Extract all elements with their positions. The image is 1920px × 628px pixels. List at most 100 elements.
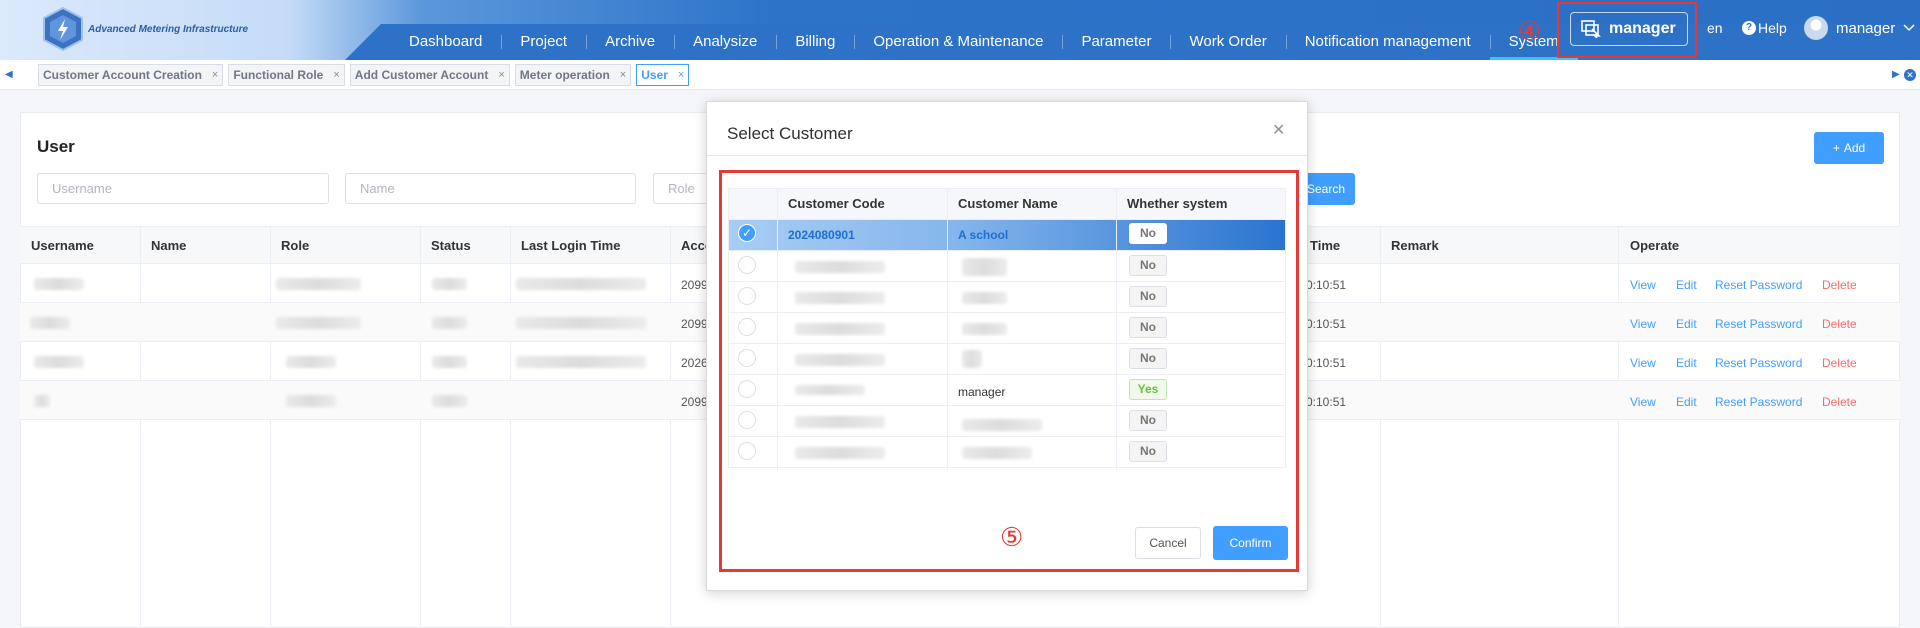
delete-link[interactable]: Delete — [1822, 317, 1857, 331]
radio-button[interactable] — [738, 256, 756, 274]
tab-user[interactable]: User × — [636, 64, 690, 86]
time-cell: 0:10:51 — [1306, 278, 1347, 292]
redacted-status — [432, 317, 467, 329]
tab-label: User — [641, 68, 668, 82]
role-switch-label: manager — [1609, 20, 1676, 37]
redacted-login-time — [516, 356, 646, 368]
nav-work-order[interactable]: Work Order — [1170, 24, 1285, 60]
step-marker-5: ⑤ — [1000, 522, 1024, 552]
edit-link[interactable]: Edit — [1676, 395, 1697, 409]
username-filter-input[interactable]: Username — [37, 173, 329, 204]
close-icon[interactable]: ✕ — [1272, 120, 1285, 140]
close-icon[interactable]: × — [678, 69, 684, 81]
radio-button[interactable] — [738, 349, 756, 367]
add-button[interactable]: + Add — [1814, 132, 1884, 164]
tab-label: Functional Role — [233, 68, 324, 82]
radio-button[interactable] — [738, 287, 756, 305]
redacted-role — [276, 278, 361, 290]
delete-link[interactable]: Delete — [1822, 278, 1857, 292]
confirm-button[interactable]: Confirm — [1213, 526, 1288, 560]
reset-password-link[interactable]: Reset Password — [1715, 395, 1802, 409]
customer-code: 2024080901 — [788, 228, 855, 242]
cancel-button[interactable]: Cancel — [1135, 527, 1201, 559]
radio-button[interactable] — [738, 380, 756, 398]
reset-password-link[interactable]: Reset Password — [1715, 356, 1802, 370]
tab-meter-operation[interactable]: Meter operation × — [514, 64, 632, 86]
nav-archive[interactable]: Archive — [586, 24, 674, 60]
user-menu[interactable]: manager — [1804, 16, 1915, 40]
help-icon: ? — [1742, 21, 1756, 35]
role-switch-button[interactable]: manager — [1570, 12, 1688, 46]
edit-link[interactable]: Edit — [1676, 278, 1697, 292]
view-link[interactable]: View — [1630, 278, 1656, 292]
account-cell: 2099 — [681, 395, 708, 409]
tab-label: Add Customer Account — [354, 68, 489, 82]
edit-link[interactable]: Edit — [1676, 356, 1697, 370]
redacted-login-time — [516, 317, 646, 329]
radio-button[interactable] — [738, 442, 756, 460]
close-icon[interactable]: × — [212, 69, 218, 81]
nav-analysize[interactable]: Analysize — [674, 24, 776, 60]
nav-billing[interactable]: Billing — [776, 24, 854, 60]
check-icon[interactable]: ✓ — [738, 224, 756, 242]
system-badge: Yes — [1129, 379, 1167, 400]
close-all-tabs-icon[interactable]: ✕ — [1904, 69, 1916, 81]
column-header-role: Role — [281, 238, 310, 253]
system-badge: No — [1129, 223, 1167, 244]
system-badge: No — [1129, 286, 1167, 307]
delete-link[interactable]: Delete — [1822, 356, 1857, 370]
time-cell: 0:10:51 — [1306, 317, 1347, 331]
chevron-down-icon — [1903, 24, 1915, 32]
redacted-role — [286, 395, 336, 407]
customer-name: manager — [958, 385, 1006, 399]
view-link[interactable]: View — [1630, 395, 1656, 409]
account-cell: 2099 — [681, 278, 708, 292]
nav-operation-maintenance[interactable]: Operation & Maintenance — [854, 24, 1062, 60]
close-icon[interactable]: × — [333, 69, 339, 81]
user-name: manager — [1836, 19, 1896, 37]
search-button[interactable]: Search — [1300, 173, 1355, 205]
logo-icon — [43, 6, 83, 52]
column-header-customer-name: Customer Name — [958, 196, 1058, 211]
system-badge: No — [1129, 410, 1167, 431]
help-link[interactable]: ? Help — [1742, 20, 1787, 36]
dialog-title: Select Customer — [727, 124, 853, 143]
tabs-scroll-left-icon[interactable]: ◀ — [5, 69, 13, 80]
nav-dashboard[interactable]: Dashboard — [390, 24, 501, 60]
tabs-scroll-right-icon[interactable]: ▶ — [1892, 69, 1900, 80]
tab-customer-account-creation[interactable]: Customer Account Creation × — [38, 64, 224, 86]
logo-text: Advanced Metering Infrastructure — [88, 24, 249, 35]
nav-notification-management[interactable]: Notification management — [1285, 24, 1490, 60]
tab-add-customer-account[interactable]: Add Customer Account × — [349, 64, 510, 86]
redacted-username — [34, 356, 84, 368]
redacted-customer-code — [795, 447, 885, 459]
close-icon[interactable]: × — [620, 69, 626, 81]
language-switch[interactable]: en — [1707, 20, 1723, 36]
step-marker-4: ④ — [1518, 16, 1542, 46]
redacted-login-time — [516, 278, 646, 290]
system-badge: No — [1129, 255, 1167, 276]
close-icon[interactable]: × — [498, 69, 504, 81]
plus-icon: + — [1832, 141, 1840, 155]
reset-password-link[interactable]: Reset Password — [1715, 278, 1802, 292]
redacted-status — [432, 356, 467, 368]
edit-link[interactable]: Edit — [1676, 317, 1697, 331]
radio-button[interactable] — [738, 318, 756, 336]
column-divider — [947, 188, 948, 470]
system-badge: No — [1129, 348, 1167, 369]
redacted-customer-name — [962, 323, 1007, 335]
tab-functional-role[interactable]: Functional Role × — [228, 64, 345, 86]
delete-link[interactable]: Delete — [1822, 395, 1857, 409]
role-filter-select[interactable]: Role — [653, 173, 713, 204]
nav-project[interactable]: Project — [501, 24, 586, 60]
nav-parameter[interactable]: Parameter — [1062, 24, 1170, 60]
view-link[interactable]: View — [1630, 356, 1656, 370]
radio-button[interactable] — [738, 411, 756, 429]
reset-password-link[interactable]: Reset Password — [1715, 317, 1802, 331]
view-link[interactable]: View — [1630, 317, 1656, 331]
redacted-customer-code — [795, 323, 885, 335]
column-divider — [1116, 188, 1117, 470]
redacted-customer-code — [795, 385, 865, 395]
tabs-bar: ◀ Customer Account Creation × Functional … — [0, 60, 1920, 90]
name-filter-input[interactable]: Name — [345, 173, 636, 204]
